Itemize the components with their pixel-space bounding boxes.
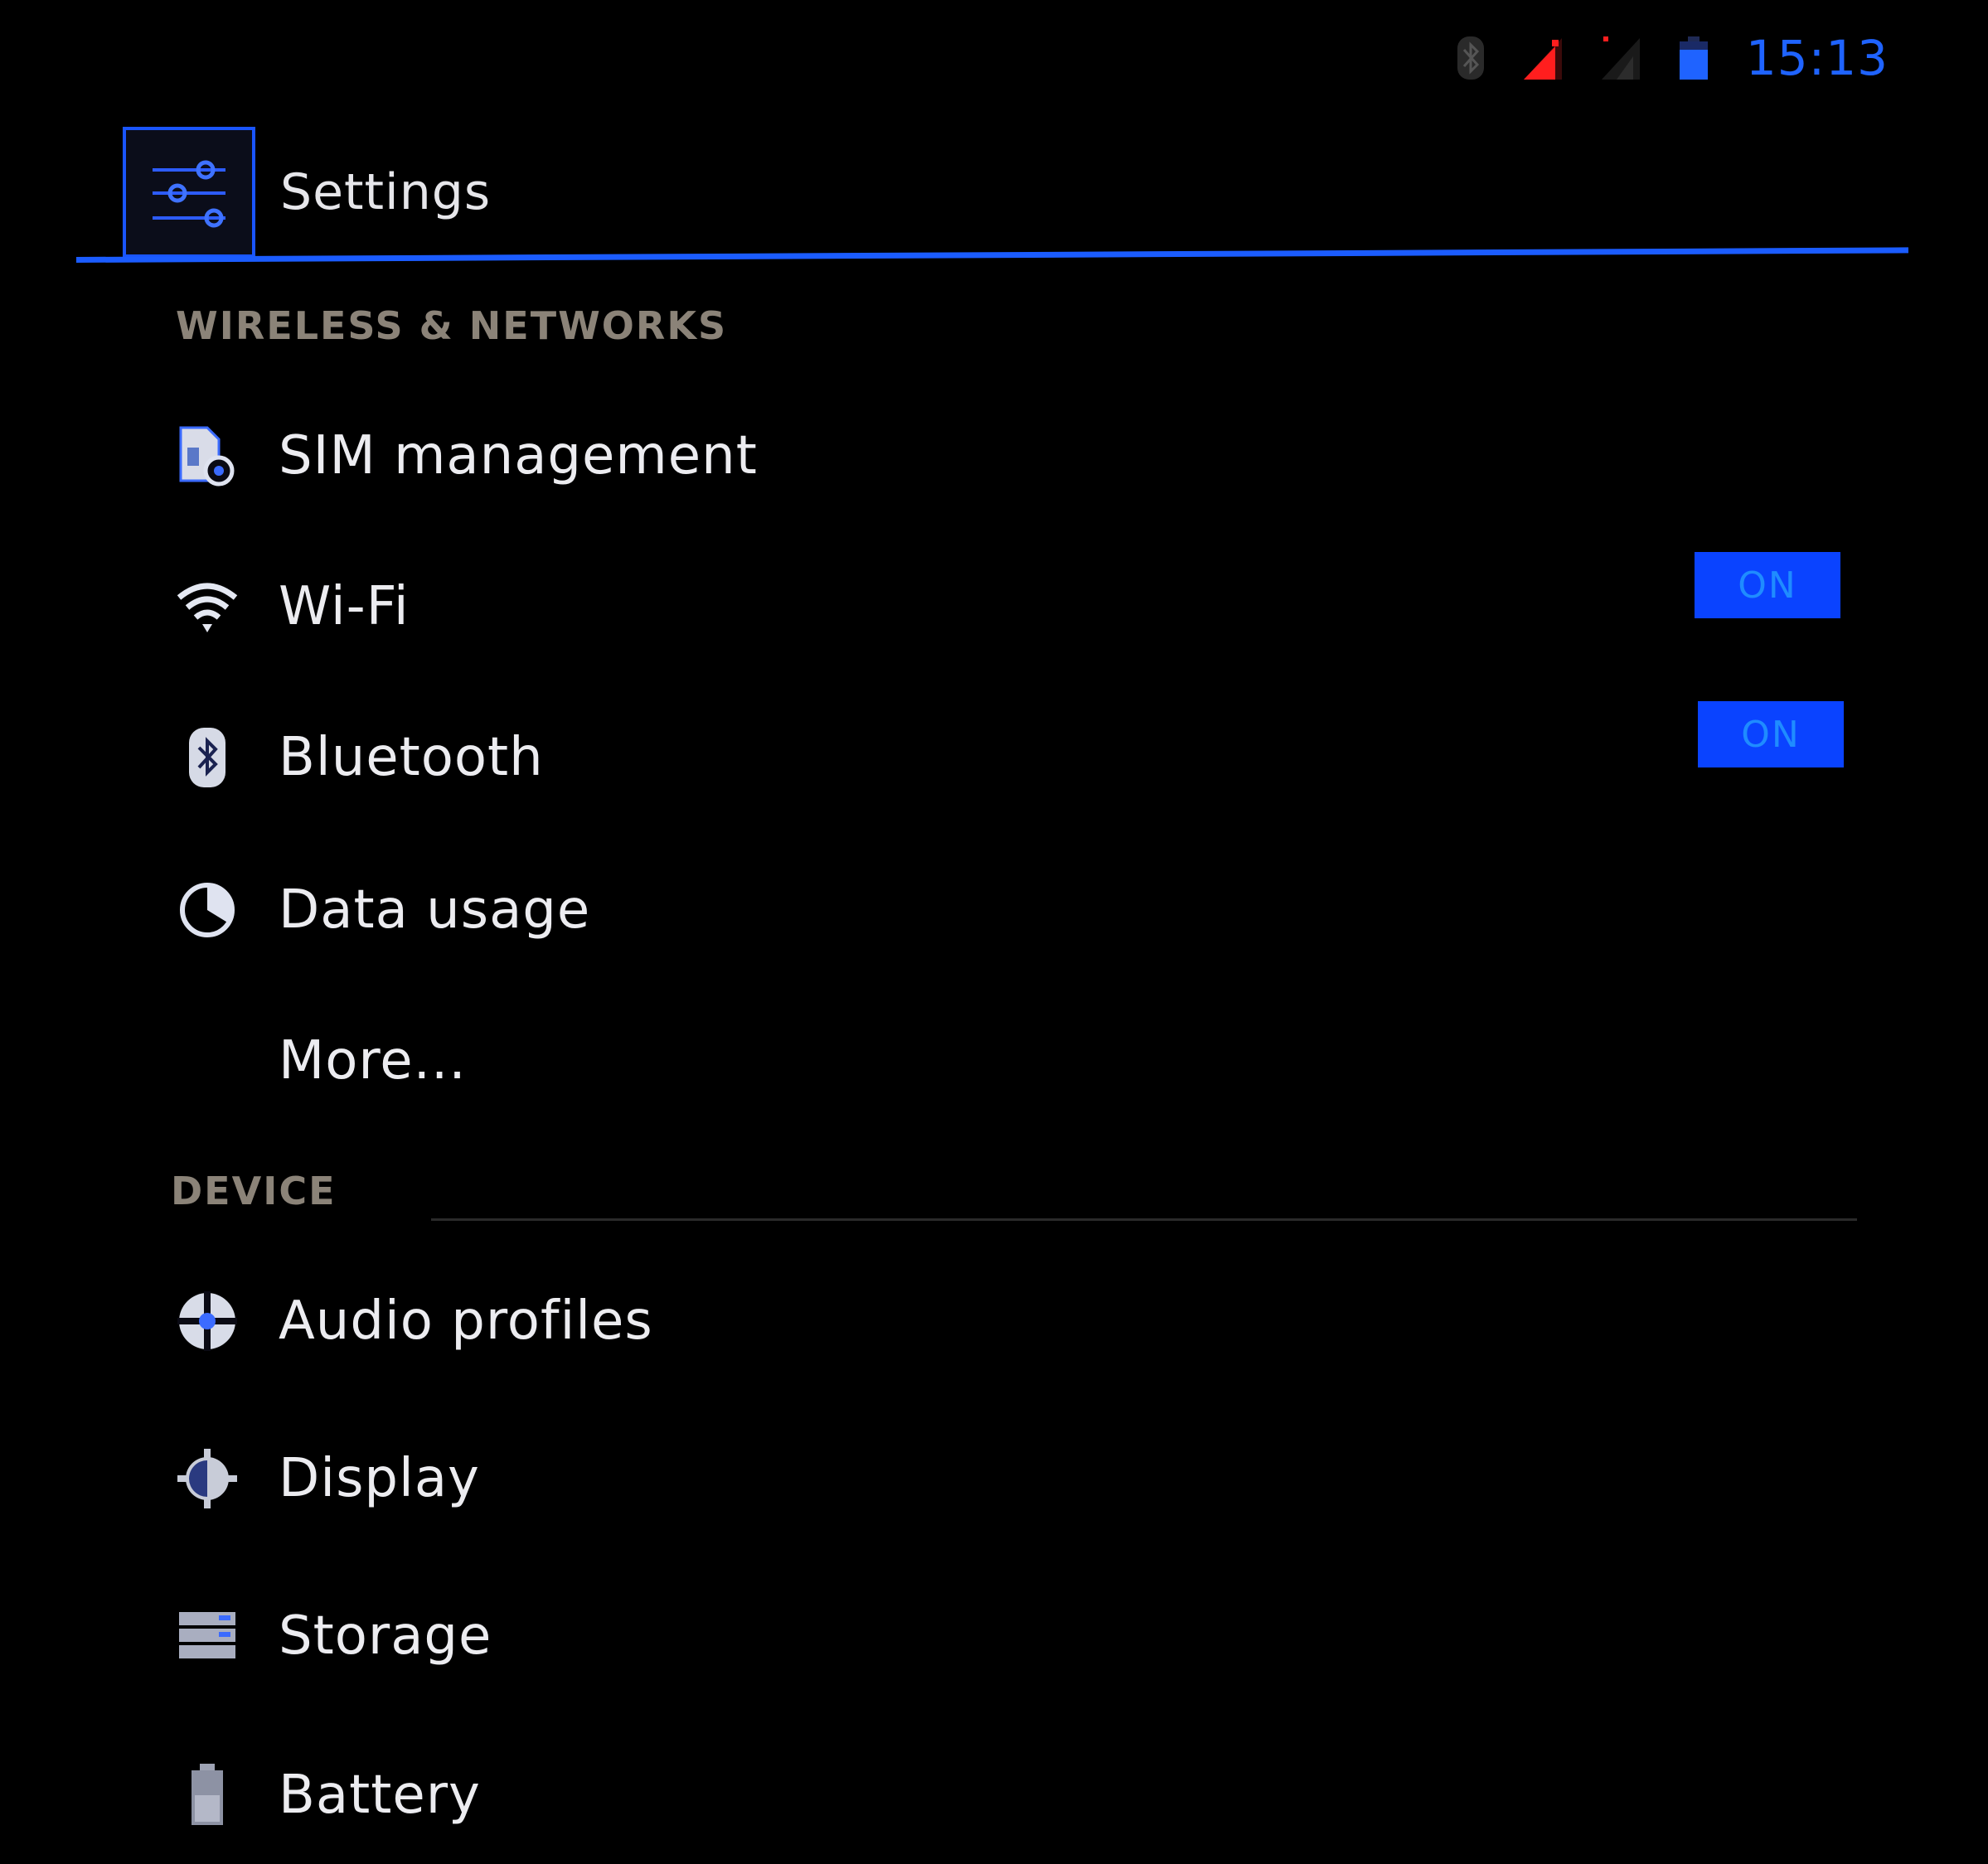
wifi-toggle[interactable]: ON (1695, 552, 1840, 618)
settings-item-label: Battery (279, 1765, 481, 1826)
settings-item-label: Wi-Fi (279, 576, 410, 637)
wifi-icon (166, 565, 249, 648)
settings-item-audio-profiles[interactable]: Audio profiles (166, 1255, 1840, 1387)
settings-item-bluetooth[interactable]: Bluetooth ON (166, 691, 1844, 824)
settings-item-wifi[interactable]: Wi-Fi ON (166, 540, 1840, 673)
signal-sim2-icon (1600, 35, 1641, 81)
display-icon (166, 1437, 249, 1520)
settings-item-display[interactable]: Display (166, 1412, 1840, 1545)
bluetooth-status-icon (1456, 35, 1486, 81)
settings-item-sim-management[interactable]: SIM management (166, 390, 1840, 522)
settings-item-label: Storage (279, 1605, 492, 1667)
bluetooth-toggle[interactable]: ON (1698, 701, 1844, 767)
battery-icon (1678, 35, 1709, 81)
settings-item-more[interactable]: More... (166, 995, 1840, 1127)
settings-item-label: SIM management (279, 425, 758, 487)
battery-icon (166, 1754, 249, 1837)
settings-item-label: More... (279, 1030, 467, 1092)
settings-sliders-icon[interactable] (123, 127, 255, 258)
settings-item-battery[interactable]: Battery (166, 1729, 1840, 1862)
settings-screen: 15:13 Settings WIRELESS & NETWORKS SIM m… (0, 0, 1988, 1864)
settings-item-label: Bluetooth (279, 727, 544, 788)
settings-item-label: Data usage (279, 879, 591, 941)
settings-item-storage[interactable]: Storage (166, 1570, 1840, 1702)
bluetooth-icon (166, 716, 249, 799)
status-time: 15:13 (1745, 30, 1889, 86)
section-header-device: DEVICE (171, 1169, 337, 1213)
action-bar[interactable]: Settings (123, 126, 491, 259)
page-title: Settings (280, 163, 492, 221)
sim-management-icon (166, 414, 249, 497)
signal-sim1-icon (1522, 35, 1564, 81)
settings-item-label: Display (279, 1448, 480, 1509)
section-divider (431, 1218, 1857, 1221)
storage-icon (166, 1595, 249, 1678)
settings-item-label: Audio profiles (279, 1290, 653, 1352)
settings-item-data-usage[interactable]: Data usage (166, 844, 1840, 976)
status-bar: 15:13 (1456, 25, 1889, 91)
section-header-wireless: WIRELESS & NETWORKS (176, 303, 728, 348)
audio-profiles-icon (166, 1280, 249, 1363)
data-usage-icon (166, 869, 249, 951)
